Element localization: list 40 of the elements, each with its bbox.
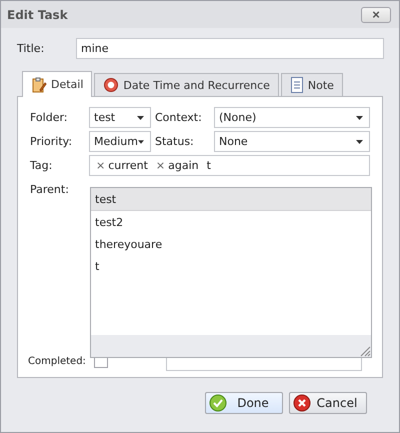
tag-token: again [168,159,199,172]
status-label: Status: [154,135,195,148]
tab[interactable]: Detail [22,71,92,97]
checkmark-icon [209,394,227,412]
suggestion-item[interactable]: thereyouare [91,233,371,255]
status-dropdown[interactable]: None [214,131,370,152]
suggestion-item[interactable]: test [91,188,371,211]
document-icon [290,77,304,93]
dropdown-caret-icon [138,140,144,144]
tab[interactable]: Note [280,73,343,96]
remove-tag-button[interactable]: × [156,159,166,172]
window-title: Edit Task [7,8,68,22]
dropdown-caret-icon [356,140,363,144]
priority-dropdown[interactable]: Medium [89,131,151,152]
folder-dropdown[interactable]: test [89,107,151,128]
tag-label: Tag: [30,159,54,172]
remove-tag-button[interactable]: × [96,159,106,172]
title-label: Title: [17,42,46,55]
suggestion-item[interactable]: test2 [91,211,371,233]
context-dropdown[interactable]: (None) [214,107,370,128]
clipboard-icon [31,76,47,92]
cancel-button[interactable]: Cancel [289,392,367,414]
dropdown-caret-icon [356,116,363,120]
close-button[interactable]: × [361,6,391,22]
completed-label: Completed: [28,356,87,366]
priority-label: Priority: [30,135,74,148]
tag-field[interactable]: × current × again t [89,155,370,176]
cancel-icon [293,394,311,412]
tab[interactable]: Date Time and Recurrence [94,73,279,96]
suggestion-item[interactable]: t [91,255,371,277]
folder-label: Folder: [30,111,69,124]
context-label: Context: [154,111,203,124]
done-button[interactable]: Done [205,392,283,414]
ring-icon [103,77,120,93]
tag-token: current [108,159,148,172]
parent-label: Parent: [30,183,70,196]
dropdown-caret-icon [137,116,144,120]
resize-grip-icon[interactable] [359,345,371,357]
tag-input-text: t [206,159,211,172]
title-field[interactable]: mine [76,38,384,59]
